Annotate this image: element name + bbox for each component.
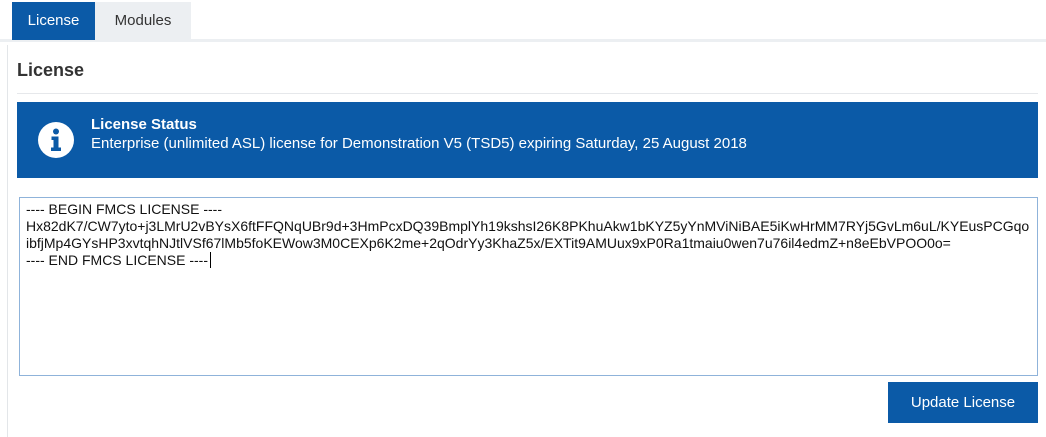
title-divider [17, 93, 1038, 94]
status-title: License Status [91, 116, 197, 133]
status-message: Enterprise (unlimited ASL) license for D… [91, 135, 747, 152]
license-key-textarea[interactable]: ---- BEGIN FMCS LICENSE ---- Hx82dK7/CW7… [19, 197, 1038, 376]
update-license-button[interactable]: Update License [888, 382, 1038, 423]
tab-modules[interactable]: Modules [95, 2, 191, 40]
info-icon [38, 122, 74, 158]
license-status-banner: License Status Enterprise (unlimited ASL… [17, 102, 1038, 178]
tab-bar: License Modules [0, 0, 1046, 42]
content-border [7, 45, 8, 437]
text-cursor [210, 252, 211, 268]
license-key-text: ---- BEGIN FMCS LICENSE ---- Hx82dK7/CW7… [26, 201, 1030, 268]
tab-license[interactable]: License [12, 2, 95, 40]
page-title: License [17, 60, 85, 80]
